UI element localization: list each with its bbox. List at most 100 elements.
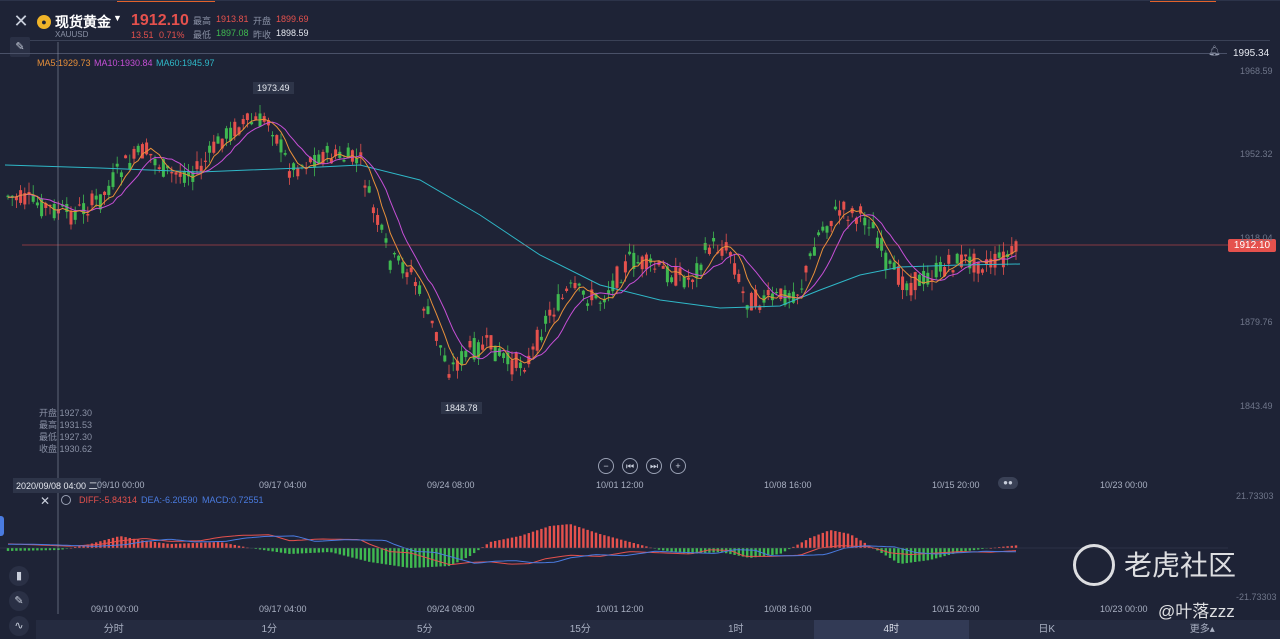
link-icon[interactable]: ●●: [998, 477, 1018, 489]
tab-5min[interactable]: 5分: [347, 620, 503, 639]
candle-body: [497, 348, 501, 356]
skip-forward-icon[interactable]: ⏭: [646, 458, 662, 474]
x-date-5: 10/08 16:00: [764, 480, 812, 490]
macd-x-date-5: 10/08 16:00: [764, 604, 812, 614]
macd-bar: [893, 548, 896, 561]
macd-bar: [124, 537, 127, 548]
zoom-out-icon[interactable]: −: [598, 458, 614, 474]
y-tick-4: 1879.76: [1240, 317, 1273, 327]
tab-15min[interactable]: 15分: [503, 620, 659, 639]
macd-bar: [804, 540, 808, 548]
candle-body: [325, 146, 329, 153]
macd-x-date-4: 10/01 12:00: [596, 604, 644, 614]
macd-bar: [237, 545, 241, 548]
candle-body: [535, 329, 539, 351]
candle-body: [838, 210, 842, 216]
candle-body: [119, 172, 123, 178]
macd-bar: [208, 542, 211, 548]
macd-close-icon[interactable]: ✕: [40, 494, 50, 508]
candle-body: [283, 153, 287, 155]
macd-bar: [565, 524, 568, 548]
candle-body: [997, 252, 1001, 258]
indicator-bars-icon[interactable]: ▮: [9, 566, 29, 586]
candle-body: [779, 288, 783, 300]
line-chart-icon[interactable]: ∿: [9, 616, 29, 636]
macd-bar: [296, 548, 299, 554]
macd-bar: [40, 548, 43, 551]
candle-body: [644, 254, 648, 270]
skip-back-icon[interactable]: ⏮: [622, 458, 638, 474]
dea-legend: DEA:-6.20590: [141, 495, 198, 505]
tab-1min[interactable]: 1分: [192, 620, 348, 639]
macd-bar: [204, 542, 207, 548]
macd-bar: [111, 537, 115, 548]
candle-body: [98, 194, 102, 210]
candle-body: [1014, 241, 1018, 252]
candle-body: [233, 121, 237, 137]
candle-body: [686, 277, 690, 280]
candle-body: [980, 269, 984, 273]
candlestick-chart[interactable]: [0, 0, 1280, 639]
macd-bar: [435, 548, 438, 567]
macd-bar: [830, 530, 833, 548]
candle-body: [821, 226, 825, 231]
zoom-in-icon[interactable]: +: [670, 458, 686, 474]
macd-bar: [464, 548, 467, 559]
candle-body: [481, 344, 485, 350]
macd-bar: [590, 531, 593, 548]
side-handle[interactable]: [0, 516, 4, 536]
tab-4hour[interactable]: 4时: [813, 620, 969, 639]
macd-bar: [225, 543, 228, 548]
candle-body: [342, 159, 346, 162]
tab-more[interactable]: 更多▴: [1125, 620, 1280, 639]
macd-bar: [300, 548, 304, 554]
macd-y-top: 21.73303: [1236, 491, 1274, 501]
candle-body: [380, 224, 384, 230]
tab-daily[interactable]: 日K: [969, 620, 1125, 639]
macd-bar: [393, 548, 396, 566]
pencil-icon[interactable]: ✎: [9, 591, 29, 611]
tab-fenshi[interactable]: 分时: [36, 620, 192, 639]
macd-bar: [410, 548, 413, 568]
candle-body: [90, 193, 94, 206]
candle-body: [548, 309, 552, 316]
macd-bar: [922, 548, 925, 561]
candle-body: [699, 264, 703, 271]
candle-body: [371, 207, 375, 214]
candle-body: [964, 254, 968, 257]
cursor-date: 2020/09/08 04:00 二: [13, 478, 101, 493]
macd-bar: [153, 542, 157, 548]
candle-body: [833, 206, 837, 210]
macd-bar: [53, 548, 56, 551]
macd-bar: [221, 542, 224, 548]
candle-body: [947, 254, 951, 264]
candle-body: [174, 172, 178, 175]
candle-body: [493, 345, 497, 362]
macd-bar: [363, 548, 367, 561]
candle-body: [531, 346, 535, 350]
tab-1hour[interactable]: 1时: [658, 620, 814, 639]
x-date-3: 09/24 08:00: [427, 480, 475, 490]
macd-bar: [36, 548, 39, 551]
macd-bar: [263, 548, 266, 551]
macd-bar: [515, 536, 518, 548]
macd-bar: [468, 548, 472, 556]
macd-bar: [452, 548, 455, 565]
candle-body: [195, 161, 199, 170]
macd-bar: [275, 548, 278, 553]
macd-bar: [233, 544, 236, 548]
macd-bar: [586, 529, 589, 548]
candle-body: [808, 253, 812, 257]
candle-body: [913, 272, 917, 291]
settings-icon[interactable]: [61, 495, 71, 505]
macd-bar: [23, 548, 26, 551]
candle-body: [581, 290, 585, 295]
candle-body: [846, 219, 850, 221]
x-date-2: 09/17 04:00: [259, 480, 307, 490]
candle-body: [733, 263, 737, 275]
candle-body: [611, 280, 615, 292]
macd-bar: [498, 540, 501, 548]
macd-bar: [19, 548, 22, 551]
macd-bar: [779, 548, 782, 554]
candle-body: [296, 168, 300, 177]
